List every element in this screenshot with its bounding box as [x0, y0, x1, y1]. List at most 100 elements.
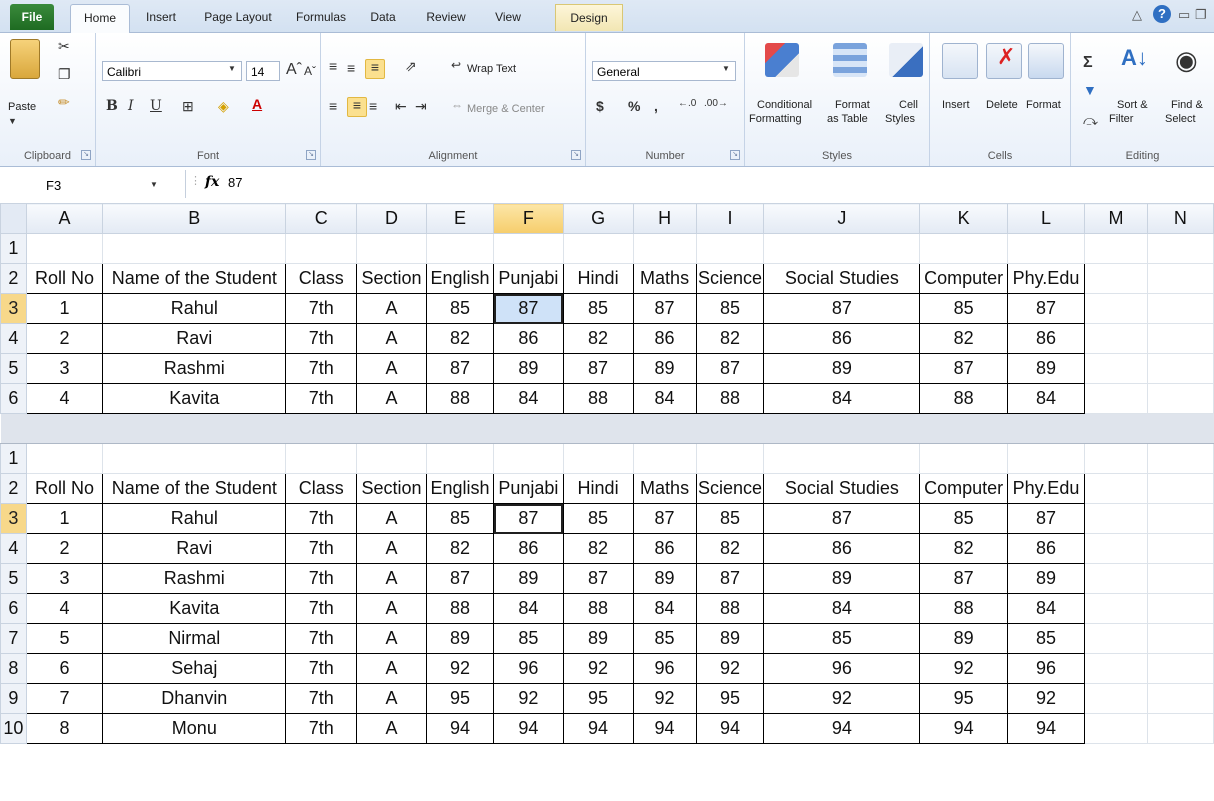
- empty-cell[interactable]: [633, 443, 697, 474]
- data-cell[interactable]: 82: [562, 533, 634, 564]
- row-header[interactable]: 4: [0, 533, 27, 564]
- active-cell[interactable]: 87: [493, 503, 564, 534]
- data-cell[interactable]: 86: [493, 323, 564, 354]
- header-cell[interactable]: Science: [695, 263, 765, 294]
- header-cell[interactable]: Class: [285, 473, 358, 504]
- empty-cell[interactable]: [1147, 383, 1214, 414]
- data-cell[interactable]: 85: [425, 503, 495, 534]
- data-cell[interactable]: 8: [25, 713, 104, 744]
- column-header[interactable]: K: [919, 203, 1008, 234]
- empty-cell[interactable]: [26, 233, 104, 264]
- data-cell[interactable]: 82: [919, 533, 1008, 564]
- data-cell[interactable]: 3: [25, 353, 104, 384]
- data-cell[interactable]: 86: [1006, 533, 1086, 564]
- data-cell[interactable]: Kavita: [102, 383, 287, 414]
- empty-cell[interactable]: [633, 233, 697, 264]
- borders-icon[interactable]: ⊞: [182, 99, 194, 113]
- data-cell[interactable]: 7th: [285, 593, 358, 624]
- data-cell[interactable]: 87: [562, 563, 634, 594]
- data-cell[interactable]: 92: [632, 683, 697, 714]
- empty-cell[interactable]: [493, 233, 564, 264]
- data-cell[interactable]: 86: [763, 533, 921, 564]
- data-cell[interactable]: 94: [632, 713, 697, 744]
- data-cell[interactable]: 94: [425, 713, 495, 744]
- header-cell[interactable]: Class: [285, 263, 358, 294]
- empty-cell[interactable]: [763, 443, 921, 474]
- data-cell[interactable]: 1: [25, 503, 104, 534]
- data-cell[interactable]: 7th: [285, 713, 358, 744]
- data-cell[interactable]: 89: [493, 563, 564, 594]
- grow-font-icon[interactable]: Aˆ: [286, 62, 302, 78]
- data-cell[interactable]: 86: [632, 323, 697, 354]
- data-cell[interactable]: 88: [425, 593, 495, 624]
- row-header[interactable]: 5: [0, 353, 27, 384]
- header-cell[interactable]: Name of the Student: [102, 473, 287, 504]
- chevron-down-icon[interactable]: ▼: [722, 65, 730, 73]
- conditional-formatting-icon[interactable]: [765, 43, 799, 77]
- data-cell[interactable]: 86: [493, 533, 564, 564]
- data-cell[interactable]: 87: [632, 293, 697, 324]
- tab-insert[interactable]: Insert: [138, 4, 184, 30]
- number-format-select[interactable]: General: [592, 61, 736, 81]
- data-cell[interactable]: 7th: [285, 503, 358, 534]
- paste-icon[interactable]: [10, 39, 40, 79]
- header-cell[interactable]: English: [425, 263, 495, 294]
- data-cell[interactable]: 7th: [285, 683, 358, 714]
- column-header[interactable]: L: [1006, 203, 1086, 234]
- find-select-icon[interactable]: ◉: [1175, 47, 1198, 73]
- column-header[interactable]: N: [1146, 203, 1214, 234]
- data-cell[interactable]: 84: [493, 383, 564, 414]
- empty-cell[interactable]: [426, 443, 495, 474]
- empty-cell[interactable]: [1084, 353, 1148, 384]
- empty-cell[interactable]: [1147, 593, 1214, 624]
- data-cell[interactable]: 82: [695, 323, 765, 354]
- insert-cells-icon[interactable]: [942, 43, 978, 79]
- minimize-ribbon-icon[interactable]: △: [1132, 7, 1142, 23]
- data-cell[interactable]: 84: [632, 593, 697, 624]
- column-header[interactable]: D: [356, 203, 427, 234]
- data-cell[interactable]: 96: [763, 653, 921, 684]
- data-cell[interactable]: 89: [562, 623, 634, 654]
- data-cell[interactable]: Monu: [102, 713, 287, 744]
- empty-cell[interactable]: [1084, 563, 1148, 594]
- data-cell[interactable]: A: [356, 683, 427, 714]
- data-cell[interactable]: 88: [562, 383, 634, 414]
- column-header[interactable]: G: [562, 203, 634, 234]
- data-cell[interactable]: 85: [919, 503, 1008, 534]
- data-cell[interactable]: 7th: [285, 623, 358, 654]
- empty-cell[interactable]: [102, 233, 287, 264]
- data-cell[interactable]: Rahul: [102, 293, 287, 324]
- align-middle-icon[interactable]: ≡: [347, 61, 355, 75]
- data-cell[interactable]: Ravi: [102, 323, 287, 354]
- header-cell[interactable]: Social Studies: [763, 473, 921, 504]
- fill-color-icon[interactable]: ◈: [218, 99, 229, 113]
- empty-cell[interactable]: [285, 233, 358, 264]
- empty-cell[interactable]: [1084, 383, 1148, 414]
- empty-cell[interactable]: [1147, 263, 1214, 294]
- data-cell[interactable]: 94: [763, 713, 921, 744]
- chevron-down-icon[interactable]: ▼: [228, 65, 236, 73]
- empty-cell[interactable]: [1084, 263, 1148, 294]
- data-cell[interactable]: 7th: [285, 653, 358, 684]
- data-cell[interactable]: 88: [919, 383, 1008, 414]
- data-cell[interactable]: A: [356, 653, 427, 684]
- find-select-button[interactable]: Find &: [1171, 99, 1203, 111]
- data-cell[interactable]: 7th: [285, 353, 358, 384]
- header-cell[interactable]: Roll No: [25, 473, 104, 504]
- insert-function-icon[interactable]: fx: [205, 174, 219, 190]
- decrease-indent-icon[interactable]: ⇤: [395, 99, 407, 113]
- header-cell[interactable]: Punjabi: [493, 263, 564, 294]
- delete-cells-icon[interactable]: ✗: [986, 43, 1022, 79]
- row-header[interactable]: 2: [0, 473, 27, 504]
- column-header[interactable]: J: [763, 203, 921, 234]
- align-bottom-icon[interactable]: ≡: [365, 59, 385, 79]
- column-header[interactable]: H: [632, 203, 697, 234]
- empty-cell[interactable]: [1147, 353, 1214, 384]
- data-cell[interactable]: 88: [695, 383, 765, 414]
- data-cell[interactable]: 84: [763, 383, 921, 414]
- wrap-text-button[interactable]: Wrap Text: [467, 63, 516, 75]
- data-cell[interactable]: 94: [493, 713, 564, 744]
- column-header[interactable]: F: [493, 203, 564, 234]
- alignment-launcher-icon[interactable]: ↘: [571, 150, 581, 160]
- empty-cell[interactable]: [763, 233, 921, 264]
